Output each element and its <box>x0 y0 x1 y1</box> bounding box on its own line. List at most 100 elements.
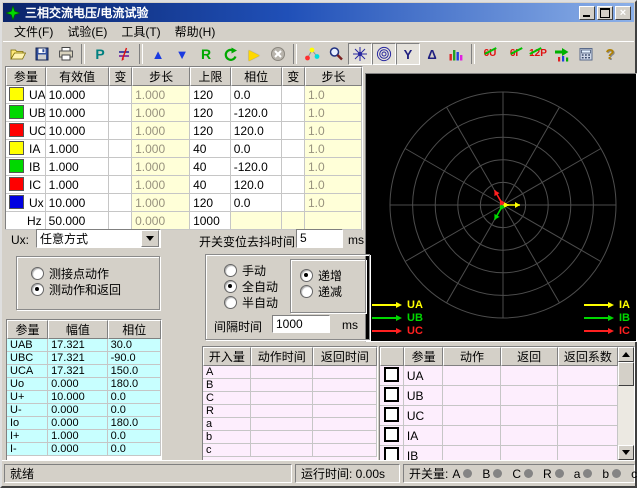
param-value-cell[interactable]: 10.000 <box>46 86 109 104</box>
chevron-down-icon[interactable] <box>141 230 159 247</box>
direction-option-1[interactable]: 递减 <box>300 283 342 299</box>
zoom-icon[interactable] <box>324 43 348 65</box>
connection-icon[interactable] <box>300 43 324 65</box>
maximize-icon[interactable] <box>597 6 613 20</box>
six-u-icon[interactable]: 6U <box>478 43 502 65</box>
measure-mode-option-0[interactable]: 测接点动作 <box>31 265 121 281</box>
y-view-icon[interactable]: Y <box>396 43 420 65</box>
bar-view-icon[interactable] <box>444 43 468 65</box>
increase-icon[interactable]: ▲ <box>146 43 170 65</box>
param-vary2-cell[interactable] <box>282 212 305 230</box>
param-vary2-cell[interactable] <box>282 122 305 140</box>
param-vary-cell[interactable] <box>109 158 132 176</box>
row-checkbox[interactable] <box>384 427 399 442</box>
run-mode-option-1[interactable]: 全自动 <box>224 278 278 294</box>
param-value-cell[interactable]: 10.000 <box>46 122 109 140</box>
param-value-cell[interactable]: 50.000 <box>46 212 109 230</box>
param-limit-cell[interactable]: 120 <box>190 122 231 140</box>
param-phase-cell[interactable]: 0.0 <box>231 140 282 158</box>
delta-view-icon[interactable]: Δ <box>420 43 444 65</box>
param-phase-step-cell[interactable]: 1.0 <box>305 194 362 212</box>
param-vary2-cell[interactable] <box>282 104 305 122</box>
param-phase-cell[interactable]: 120.0 <box>231 176 282 194</box>
minimize-icon[interactable] <box>579 6 595 20</box>
param-vary2-cell[interactable] <box>282 194 305 212</box>
debounce-input[interactable]: 5 <box>296 229 343 248</box>
save-icon[interactable] <box>30 43 54 65</box>
param-vary2-cell[interactable] <box>282 158 305 176</box>
param-vary-cell[interactable] <box>109 194 132 212</box>
print-icon[interactable] <box>54 43 78 65</box>
param-value-cell[interactable]: 1.000 <box>46 176 109 194</box>
param-step-cell[interactable]: 0.000 <box>132 212 190 230</box>
scroll-down-icon[interactable] <box>618 445 634 460</box>
p-mode-icon[interactable]: P <box>88 43 112 65</box>
param-value-cell[interactable]: 1.000 <box>46 158 109 176</box>
param-phase-cell[interactable]: -120.0 <box>231 158 282 176</box>
direction-option-0[interactable]: 递增 <box>300 267 342 283</box>
circle-view-icon[interactable] <box>372 43 396 65</box>
twelve-p-icon[interactable]: 12P <box>526 43 550 65</box>
param-step-cell[interactable]: 1.000 <box>132 86 190 104</box>
calculator-icon[interactable] <box>574 43 598 65</box>
param-phase-cell[interactable] <box>231 212 282 230</box>
param-phase-cell[interactable]: 120.0 <box>231 122 282 140</box>
row-checkbox[interactable] <box>384 447 399 461</box>
six-i-icon[interactable]: 6I <box>502 43 526 65</box>
param-vary-cell[interactable] <box>109 86 132 104</box>
param-value-cell[interactable]: 10.000 <box>46 104 109 122</box>
menu-help[interactable]: 帮助(H) <box>168 21 223 42</box>
run-mode-option-0[interactable]: 手动 <box>224 262 278 278</box>
param-limit-cell[interactable]: 40 <box>190 158 231 176</box>
param-limit-cell[interactable]: 1000 <box>190 212 231 230</box>
param-step-cell[interactable]: 1.000 <box>132 122 190 140</box>
param-phase-step-cell[interactable] <box>305 212 362 230</box>
interval-input[interactable]: 1000 <box>272 315 330 333</box>
param-phase-cell[interactable]: 0.0 <box>231 194 282 212</box>
param-vary-cell[interactable] <box>109 176 132 194</box>
close-icon[interactable]: × <box>615 6 631 20</box>
param-vary-cell[interactable] <box>109 212 132 230</box>
start-icon[interactable]: ▶ <box>242 43 266 65</box>
param-limit-cell[interactable]: 120 <box>190 194 231 212</box>
row-checkbox[interactable] <box>384 407 399 422</box>
param-vary2-cell[interactable] <box>282 86 305 104</box>
param-vary2-cell[interactable] <box>282 176 305 194</box>
param-vary-cell[interactable] <box>109 104 132 122</box>
decrease-icon[interactable]: ▼ <box>170 43 194 65</box>
menu-file[interactable]: 文件(F) <box>7 21 60 42</box>
scroll-up-icon[interactable] <box>618 347 634 362</box>
ux-mode-select[interactable]: 任意方式 <box>36 229 161 248</box>
param-vary-cell[interactable] <box>109 140 132 158</box>
menu-tools[interactable]: 工具(T) <box>114 21 167 42</box>
param-value-cell[interactable]: 10.000 <box>46 194 109 212</box>
open-icon[interactable] <box>6 43 30 65</box>
param-step-cell[interactable]: 1.000 <box>132 176 190 194</box>
param-vary2-cell[interactable] <box>282 140 305 158</box>
param-phase-step-cell[interactable]: 1.0 <box>305 86 362 104</box>
param-limit-cell[interactable]: 120 <box>190 86 231 104</box>
param-phase-cell[interactable]: 0.0 <box>231 86 282 104</box>
measure-mode-option-1[interactable]: 测动作和返回 <box>31 281 121 297</box>
param-phase-step-cell[interactable]: 1.0 <box>305 158 362 176</box>
param-value-cell[interactable]: 1.000 <box>46 140 109 158</box>
row-checkbox[interactable] <box>384 387 399 402</box>
vertical-scrollbar[interactable] <box>618 347 634 460</box>
row-checkbox[interactable] <box>384 367 399 382</box>
param-step-cell[interactable]: 1.000 <box>132 158 190 176</box>
run-mode-option-2[interactable]: 半自动 <box>224 294 278 310</box>
param-step-cell[interactable]: 1.000 <box>132 104 190 122</box>
param-phase-step-cell[interactable]: 1.0 <box>305 176 362 194</box>
star-view-icon[interactable] <box>348 43 372 65</box>
param-step-cell[interactable]: 1.000 <box>132 194 190 212</box>
param-limit-cell[interactable]: 40 <box>190 140 231 158</box>
help-icon[interactable]: ? <box>598 43 622 65</box>
scrollbar-thumb[interactable] <box>618 362 634 386</box>
param-step-cell[interactable]: 1.000 <box>132 140 190 158</box>
phase-sequence-icon[interactable] <box>112 43 136 65</box>
reset-icon[interactable]: R <box>194 43 218 65</box>
param-vary-cell[interactable] <box>109 122 132 140</box>
param-phase-step-cell[interactable]: 1.0 <box>305 140 362 158</box>
param-limit-cell[interactable]: 120 <box>190 104 231 122</box>
stop-icon[interactable] <box>266 43 290 65</box>
